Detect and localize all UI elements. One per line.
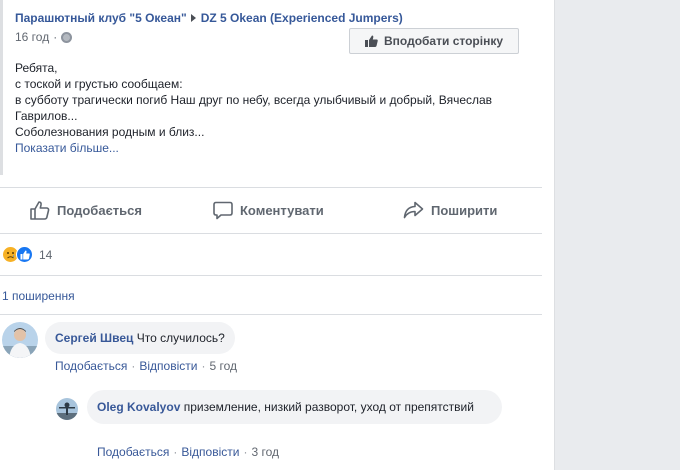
separator-dot: · — [173, 445, 178, 459]
shared-post-bar — [0, 0, 3, 175]
like-label: Подобається — [57, 202, 142, 218]
comment-time[interactable]: 3 год — [251, 445, 279, 459]
page-name-link[interactable]: Парашютный клуб "5 Океан" — [15, 11, 187, 25]
triangle-right-icon — [190, 14, 196, 22]
comment-text: приземление, низкий разворот, уход от пр… — [183, 400, 474, 414]
post-actions: Подобається Коментувати Поширити — [0, 194, 555, 226]
separator-dot: · — [201, 359, 206, 373]
comment-label: Коментувати — [240, 202, 324, 218]
target-page-link[interactable]: DZ 5 Okean (Experienced Jumpers) — [201, 11, 403, 25]
comment-time[interactable]: 5 год — [209, 359, 237, 373]
see-more-link[interactable]: Показати більше... — [15, 140, 545, 156]
comment-author[interactable]: Сергей Швец — [55, 331, 133, 345]
thumbs-up-icon — [364, 35, 378, 47]
comment-actions: Подобається · Відповісти · 3 год — [97, 445, 279, 459]
comment-button[interactable]: Коментувати — [213, 194, 324, 226]
separator-dot: · — [131, 359, 136, 373]
share-icon — [403, 201, 424, 219]
divider — [0, 233, 542, 234]
like-page-button[interactable]: Вподобати сторінку — [349, 28, 519, 54]
comment-author[interactable]: Oleg Kovalyov — [97, 400, 180, 414]
comment-bubble: Oleg Kovalyov приземление, низкий развор… — [87, 390, 502, 424]
like-page-label: Вподобати сторінку — [383, 34, 504, 48]
reactions-summary[interactable]: 14 — [2, 246, 52, 263]
comment-actions: Подобається · Відповісти · 5 год — [55, 359, 237, 373]
comment-bubble: Сергей Швец Что случилось? — [45, 322, 235, 354]
divider — [0, 275, 542, 276]
comment-like-link[interactable]: Подобається — [55, 359, 127, 373]
post-time[interactable]: 16 год — [15, 30, 49, 44]
globe-icon[interactable] — [61, 31, 73, 43]
like-button[interactable]: Подобається — [30, 194, 142, 226]
post-body: Ребята, с тоской и грустью сообщаем: в с… — [15, 60, 545, 156]
avatar[interactable] — [56, 398, 78, 420]
divider — [0, 314, 542, 315]
share-button[interactable]: Поширити — [403, 194, 497, 226]
thumbs-up-outline-icon — [30, 200, 50, 220]
post-meta: 16 год · — [15, 30, 73, 44]
meta-separator: · — [53, 30, 58, 44]
post-text-line: Ребята, — [15, 61, 58, 75]
divider — [0, 187, 542, 188]
comment-reply-link[interactable]: Відповісти — [181, 445, 239, 459]
shares-count-link[interactable]: 1 поширення — [2, 289, 75, 303]
separator-dot: · — [243, 445, 248, 459]
avatar[interactable] — [2, 322, 38, 358]
comment-reply-link[interactable]: Відповісти — [139, 359, 197, 373]
reaction-count: 14 — [39, 247, 53, 262]
post-header: Парашютный клуб "5 Океан" DZ 5 Okean (Exp… — [15, 11, 403, 25]
comment-icon — [213, 201, 233, 219]
comment-like-link[interactable]: Подобається — [97, 445, 169, 459]
post-text-line: в субботу трагически погиб Наш друг по н… — [15, 93, 493, 123]
post-card: Парашютный клуб "5 Океан" DZ 5 Okean (Exp… — [0, 0, 555, 470]
post-text-line: с тоской и грустью сообщаем: — [15, 77, 183, 91]
like-reaction-icon — [16, 246, 33, 263]
comment-text: Что случилось? — [136, 331, 225, 345]
share-label: Поширити — [431, 202, 498, 218]
post-text-line: Соболезнования родным и близ... — [15, 125, 205, 139]
